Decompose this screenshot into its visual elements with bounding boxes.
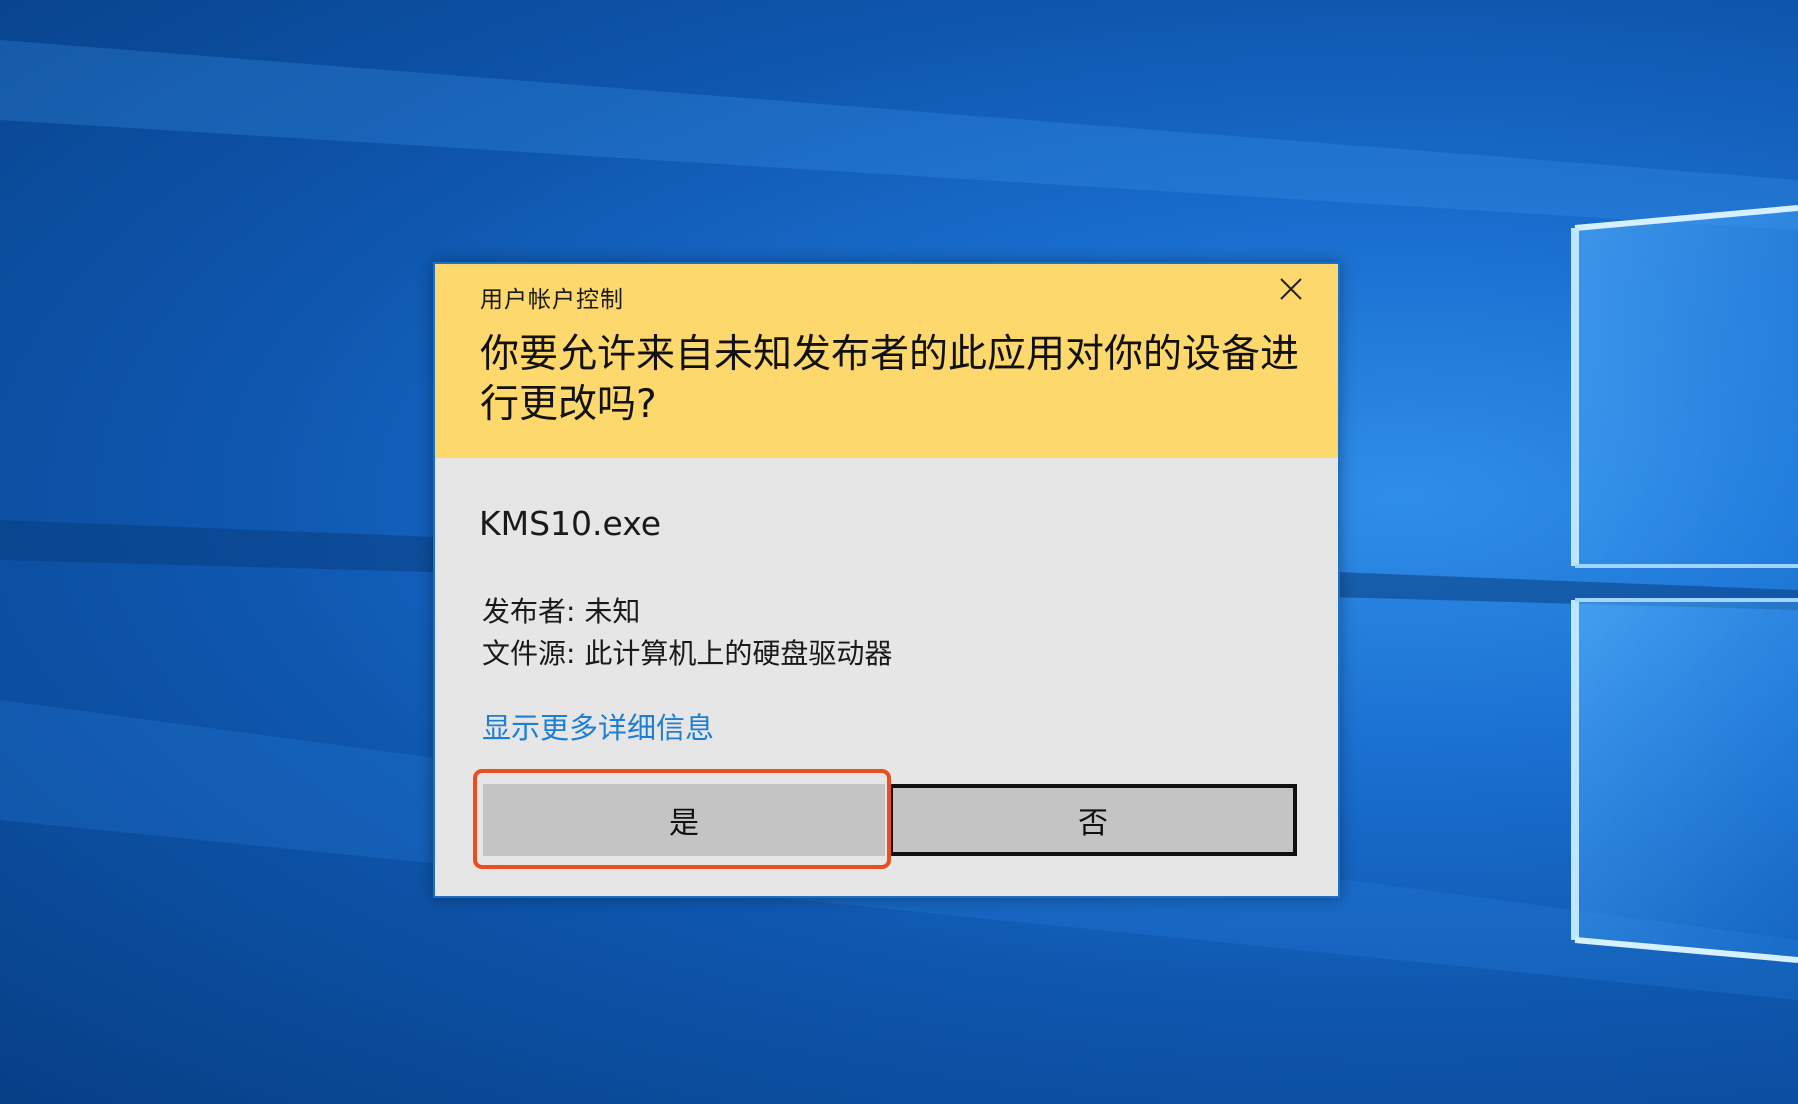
source-row: 文件源: 此计算机上的硬盘驱动器: [482, 633, 892, 675]
publisher-value: 未知: [584, 595, 641, 628]
program-info: 发布者: 未知 文件源: 此计算机上的硬盘驱动器: [482, 591, 892, 675]
show-details-link[interactable]: 显示更多详细信息: [482, 705, 714, 747]
yes-button[interactable]: 是: [483, 784, 885, 856]
desktop-wallpaper: 用户帐户控制 你要允许来自未知发布者的此应用对你的设备进行更改吗? KMS10.…: [0, 0, 1798, 1104]
publisher-label: 发布者:: [482, 595, 576, 628]
dialog-title: 用户帐户控制: [480, 287, 624, 313]
close-button[interactable]: [1280, 278, 1320, 318]
uac-dialog: 用户帐户控制 你要允许来自未知发布者的此应用对你的设备进行更改吗? KMS10.…: [433, 262, 1340, 898]
dialog-question: 你要允许来自未知发布者的此应用对你的设备进行更改吗?: [480, 332, 1300, 427]
program-name: KMS10.exe: [479, 504, 662, 543]
uac-header: 用户帐户控制 你要允许来自未知发布者的此应用对你的设备进行更改吗?: [435, 264, 1338, 458]
no-button[interactable]: 否: [889, 784, 1297, 856]
source-value: 此计算机上的硬盘驱动器: [584, 637, 893, 670]
publisher-row: 发布者: 未知: [482, 591, 892, 633]
source-label: 文件源:: [482, 637, 576, 670]
